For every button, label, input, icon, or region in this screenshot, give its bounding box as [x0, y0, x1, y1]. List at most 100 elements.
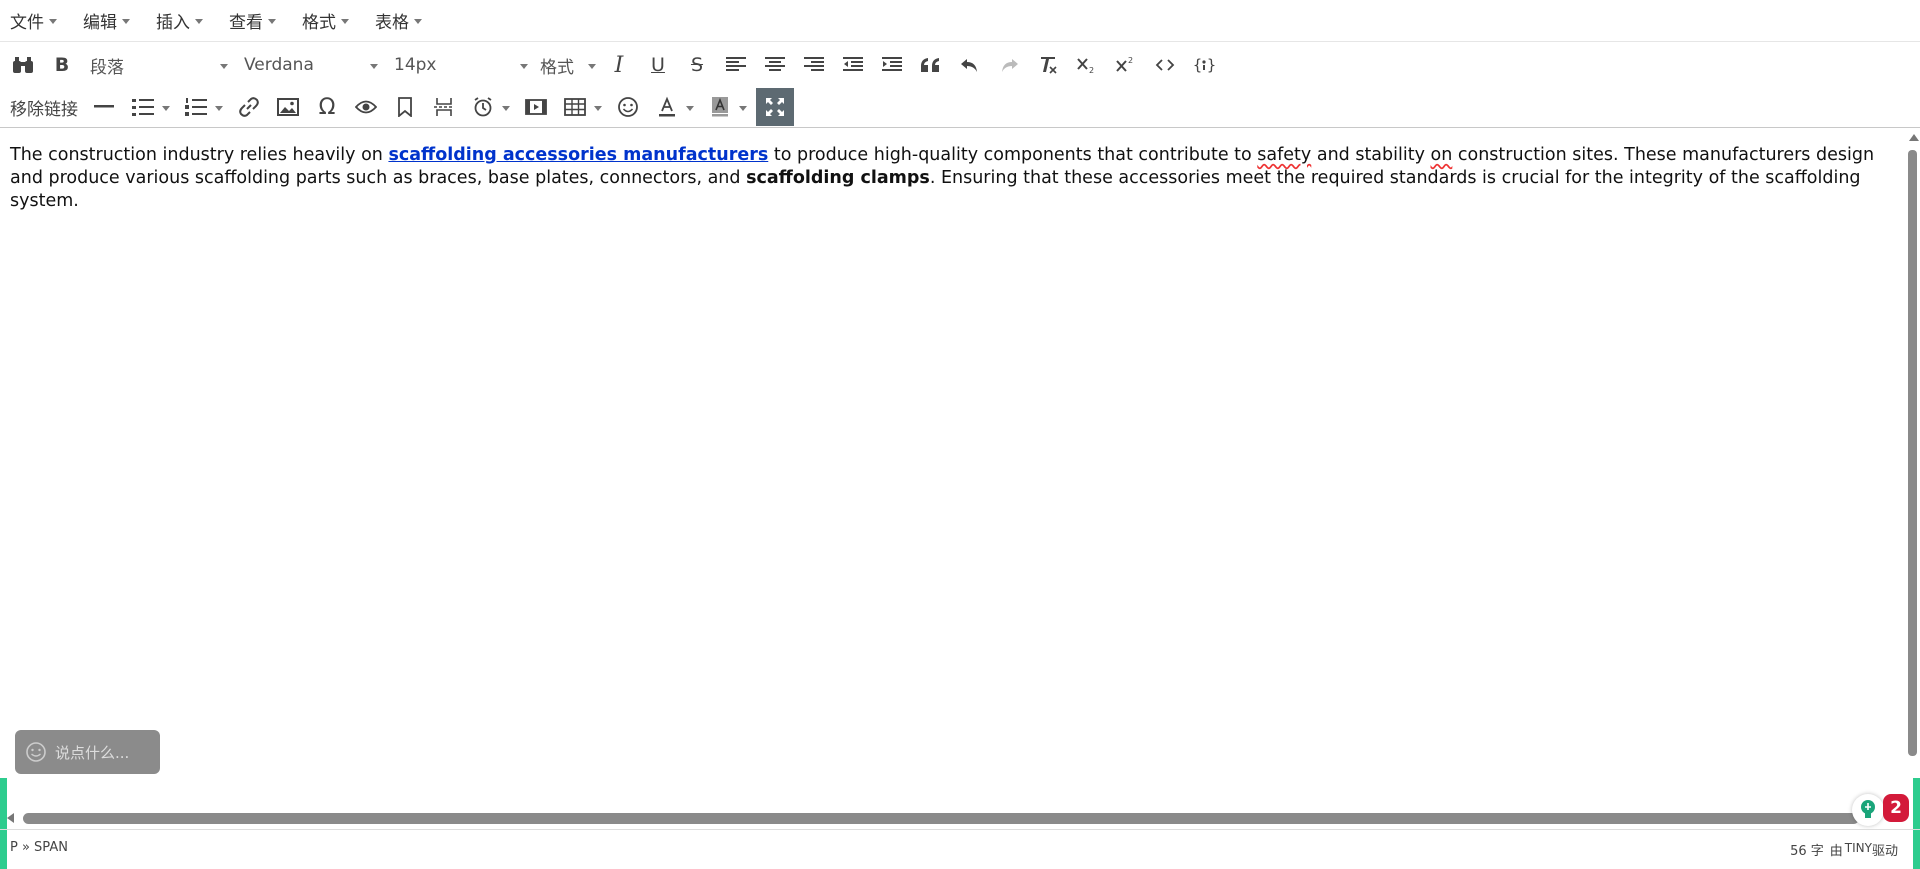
- chevron-down-icon: [520, 63, 528, 69]
- smile-icon: [26, 742, 46, 762]
- comment-input[interactable]: 说点什么...: [15, 730, 160, 774]
- emoji-button[interactable]: [611, 89, 645, 125]
- underline-button[interactable]: U: [641, 47, 675, 83]
- unlink-label: 移除链接: [10, 99, 78, 120]
- table-split: [558, 89, 606, 125]
- horizontal-scroll-thumb[interactable]: [23, 813, 1859, 824]
- fullscreen-button[interactable]: [756, 88, 794, 126]
- font-family-select[interactable]: Verdana: [238, 47, 384, 83]
- menu-insert[interactable]: 插入: [152, 6, 207, 35]
- outdent-icon: [843, 57, 863, 71]
- element-path[interactable]: P » SPAN: [10, 840, 68, 855]
- font-size-select[interactable]: 14px: [388, 47, 534, 83]
- vertical-scroll-thumb[interactable]: [1908, 150, 1917, 756]
- page-break-icon: [434, 98, 454, 116]
- powered-suffix: 驱动: [1871, 844, 1898, 859]
- preview-button[interactable]: [349, 89, 383, 125]
- strikethrough-button[interactable]: S: [680, 47, 714, 83]
- chevron-down-icon[interactable]: [215, 105, 223, 111]
- editor-content[interactable]: The construction industry relies heavily…: [10, 144, 1890, 213]
- template-icon: {}: [1193, 56, 1215, 74]
- chevron-down-icon[interactable]: [594, 105, 602, 111]
- lightbulb-icon: [1861, 800, 1875, 818]
- chevron-down-icon: [370, 63, 378, 69]
- formats-select[interactable]: 格式: [538, 47, 598, 83]
- page-break-button[interactable]: [427, 89, 461, 125]
- numbered-list-icon: [185, 98, 207, 116]
- insert-datetime-button[interactable]: [466, 89, 500, 125]
- italic-label: I: [614, 52, 624, 78]
- outdent-button[interactable]: [836, 47, 870, 83]
- align-right-button[interactable]: [797, 47, 831, 83]
- text-color-button[interactable]: [650, 89, 684, 125]
- chevron-down-icon[interactable]: [502, 105, 510, 111]
- insert-media-button[interactable]: [519, 89, 553, 125]
- chevron-down-icon[interactable]: [739, 105, 747, 111]
- chevron-down-icon[interactable]: [686, 105, 694, 111]
- vertical-scrollbar[interactable]: [1906, 130, 1920, 770]
- indent-button[interactable]: [875, 47, 909, 83]
- paragraph-text-1: The construction industry relies heavily…: [10, 145, 389, 165]
- template-button[interactable]: {}: [1187, 47, 1221, 83]
- bookmark-icon: [398, 97, 412, 117]
- superscript-icon: 2: [1116, 56, 1133, 72]
- block-format-value: 段落: [90, 57, 124, 78]
- bullet-list-split: [126, 89, 174, 125]
- chevron-down-icon: [122, 19, 130, 24]
- menu-edit[interactable]: 编辑: [79, 6, 134, 35]
- chevron-down-icon: [195, 19, 203, 24]
- chevron-down-icon: [588, 63, 596, 69]
- paragraph-text-3: and stability: [1311, 145, 1431, 165]
- source-code-button[interactable]: [1148, 47, 1182, 83]
- superscript-button[interactable]: 2: [1109, 47, 1143, 83]
- italic-button[interactable]: I: [602, 47, 636, 83]
- powered-brand-link[interactable]: TINY: [1845, 841, 1872, 855]
- insert-link-button[interactable]: [232, 89, 266, 125]
- bullet-list-button[interactable]: [126, 89, 160, 125]
- menu-format[interactable]: 格式: [298, 6, 353, 35]
- horizontal-scrollbar[interactable]: [7, 809, 1913, 827]
- align-left-button[interactable]: [719, 47, 753, 83]
- scroll-up-arrow-icon[interactable]: [1909, 134, 1919, 141]
- numbered-list-split: [179, 89, 227, 125]
- assistant-button[interactable]: [1852, 794, 1884, 826]
- scroll-left-arrow-icon[interactable]: [7, 813, 14, 823]
- horizontal-rule-button[interactable]: [87, 89, 121, 125]
- insert-image-button[interactable]: [271, 89, 305, 125]
- menu-file[interactable]: 文件: [6, 6, 61, 35]
- menu-view[interactable]: 查看: [225, 6, 280, 35]
- unlink-button[interactable]: 移除链接: [6, 89, 82, 125]
- clear-format-button[interactable]: [1031, 47, 1065, 83]
- align-center-icon: [765, 57, 785, 71]
- chevron-down-icon[interactable]: [162, 105, 170, 111]
- blockquote-button[interactable]: [914, 47, 948, 83]
- formats-value: 格式: [540, 57, 574, 78]
- content-link[interactable]: scaffolding accessories manufacturers: [388, 145, 768, 165]
- find-replace-button[interactable]: [6, 47, 40, 83]
- special-char-button[interactable]: Ω: [310, 89, 344, 125]
- menubar: 文件 编辑 插入 查看 格式 表格: [0, 0, 1920, 42]
- eye-icon: [355, 100, 377, 114]
- block-format-select[interactable]: 段落: [84, 47, 234, 83]
- undo-icon: [961, 59, 977, 72]
- undo-button[interactable]: [953, 47, 987, 83]
- background-color-button[interactable]: [703, 89, 737, 125]
- chevron-down-icon: [341, 19, 349, 24]
- insert-table-button[interactable]: [558, 89, 592, 125]
- svg-text:}: }: [1207, 56, 1215, 74]
- menu-table[interactable]: 表格: [371, 6, 426, 35]
- chevron-down-icon: [220, 63, 228, 69]
- bold-button[interactable]: B: [45, 47, 79, 83]
- align-center-button[interactable]: [758, 47, 792, 83]
- chevron-down-icon: [414, 19, 422, 24]
- underline-label: U: [651, 54, 665, 76]
- chevron-down-icon: [49, 19, 57, 24]
- omega-label: Ω: [318, 94, 336, 120]
- anchor-button[interactable]: [388, 89, 422, 125]
- media-icon: [525, 99, 547, 115]
- menu-file-label: 文件: [10, 13, 44, 33]
- redo-button[interactable]: [992, 47, 1026, 83]
- menu-edit-label: 编辑: [83, 13, 117, 33]
- numbered-list-button[interactable]: [179, 89, 213, 125]
- subscript-button[interactable]: 2: [1070, 47, 1104, 83]
